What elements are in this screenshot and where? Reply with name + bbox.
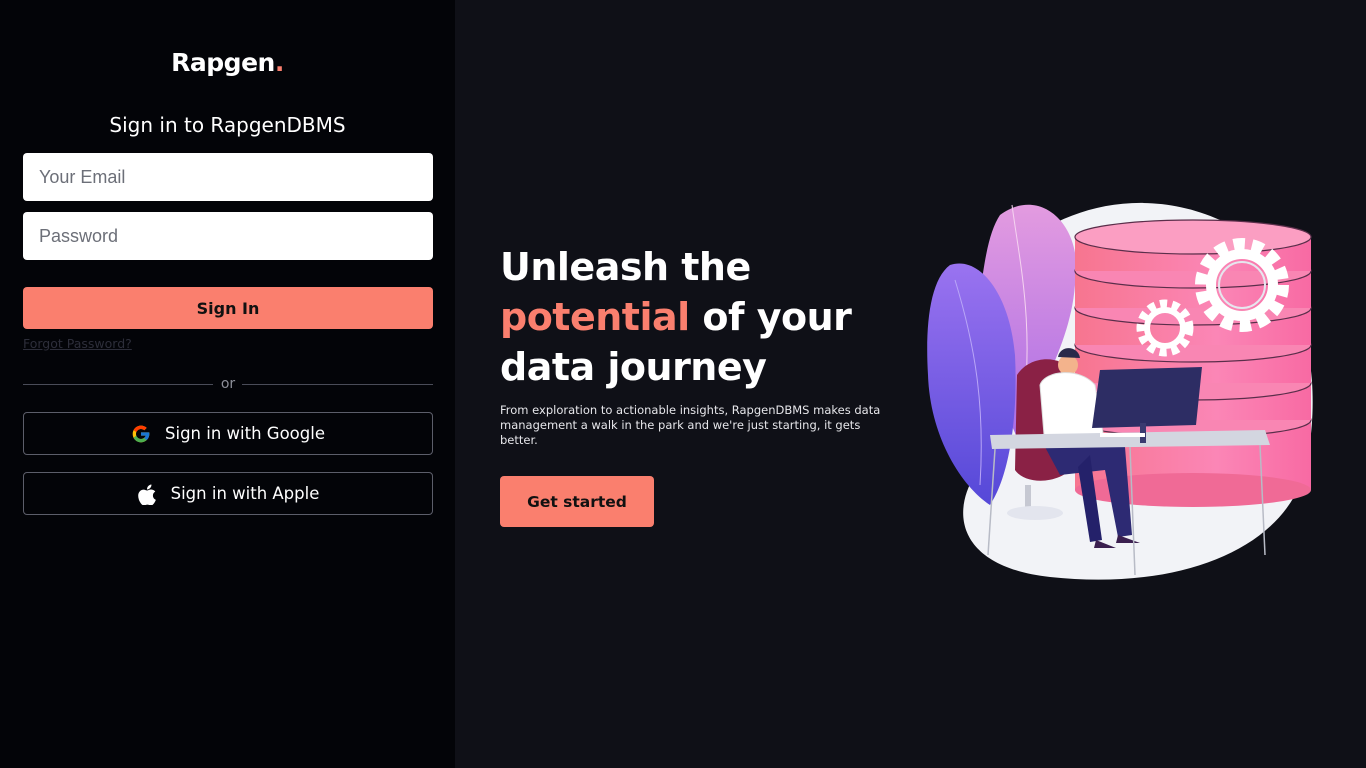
signin-button[interactable]: Sign In [23, 287, 433, 329]
email-field[interactable] [23, 153, 433, 201]
hero-title-line-1: Unleash the [500, 245, 751, 289]
signin-heading: Sign in to RapgenDBMS [109, 113, 346, 137]
divider-line-right [242, 384, 433, 385]
password-field[interactable] [23, 212, 433, 260]
google-icon [131, 424, 151, 444]
hero-description: From exploration to actionable insights,… [500, 403, 881, 447]
hero-title-line-3: data journey [500, 345, 767, 389]
apple-signin-label: Sign in with Apple [170, 484, 320, 503]
hero-title-accent: potential [500, 295, 690, 339]
google-signin-label: Sign in with Google [165, 424, 325, 443]
get-started-button[interactable]: Get started [500, 476, 654, 527]
google-signin-button[interactable]: Sign in with Google [23, 412, 433, 455]
forgot-password-link[interactable]: Forgot Password? [23, 336, 132, 351]
apple-icon [137, 483, 157, 505]
brand-name: Rapgen [171, 48, 275, 77]
hero-title: Unleash the potential of your data journ… [500, 242, 920, 392]
login-panel: Rapgen. Sign in to RapgenDBMS Sign In Fo… [0, 0, 455, 768]
hero-title-line-2-rest: of your [689, 295, 852, 339]
database-illustration [927, 202, 1313, 580]
hero-title-line-2: potential of your [500, 292, 920, 342]
brand-dot: . [274, 48, 285, 77]
brand-logo: Rapgen. [0, 48, 455, 77]
or-divider: or [23, 376, 433, 394]
apple-signin-button[interactable]: Sign in with Apple [23, 472, 433, 515]
